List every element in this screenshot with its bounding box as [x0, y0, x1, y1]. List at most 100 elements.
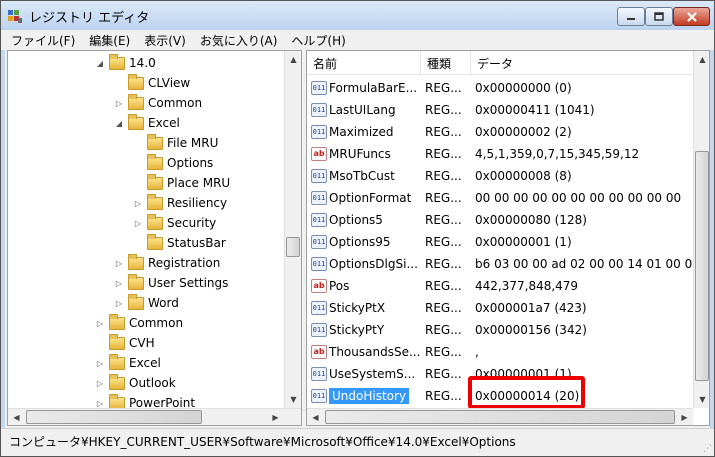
- tree-item[interactable]: ▷ Common: [114, 93, 202, 113]
- tree-item-label: 14.0: [129, 56, 156, 70]
- maximize-button[interactable]: [645, 7, 673, 26]
- tree-item[interactable]: ▷ PowerPoint: [95, 393, 195, 408]
- tree-horizontal-scrollbar[interactable]: ◀ ▶: [8, 408, 301, 425]
- scroll-down-arrow-icon[interactable]: ▼: [694, 391, 709, 408]
- binary-value-icon: 011: [311, 191, 327, 205]
- value-row[interactable]: 011 StickyPtY REG... 0x00000156 (342): [307, 319, 693, 341]
- tree-item-label: File MRU: [167, 136, 219, 150]
- scroll-up-arrow-icon[interactable]: ▲: [285, 51, 301, 68]
- menu-favorites[interactable]: お気に入り(A): [194, 32, 286, 49]
- folder-icon: [128, 73, 144, 90]
- value-row[interactable]: 011 OptionFormat REG... 00 00 00 00 00 00 0…: [307, 187, 693, 209]
- title-bar[interactable]: レジストリ エディタ: [1, 1, 714, 30]
- no-expander: [133, 178, 143, 188]
- column-header-name[interactable]: 名前: [307, 51, 421, 75]
- tree-item[interactable]: CVH: [95, 333, 155, 353]
- tree-hscroll-thumb[interactable]: [26, 410, 202, 424]
- key-tree-pane[interactable]: ◢ 14.0 CLView ▷ Common ◢ Excel File MRU Options P…: [7, 50, 302, 426]
- expand-arrow-icon[interactable]: ▷: [95, 398, 105, 408]
- tree-item[interactable]: ▷ Word: [114, 293, 179, 313]
- value-data: 0x00000008 (8): [475, 169, 572, 183]
- tree-item[interactable]: ▷ User Settings: [114, 273, 228, 293]
- tree-item[interactable]: File MRU: [133, 133, 218, 153]
- binary-value-icon: 011: [311, 125, 327, 139]
- folder-icon: [147, 193, 163, 210]
- expand-arrow-icon[interactable]: ▷: [114, 298, 124, 308]
- value-name: Options95: [329, 235, 391, 249]
- list-horizontal-scrollbar[interactable]: ◀ ▶: [307, 408, 693, 425]
- values-list-pane[interactable]: 名前 種類 データ 011 FormulaBarE... REG... 0x00000…: [306, 50, 710, 426]
- tree-item[interactable]: ▷ Outlook: [95, 373, 176, 393]
- value-name: ThousandsSe...: [329, 345, 421, 359]
- list-hscroll-thumb[interactable]: [325, 410, 675, 424]
- value-row[interactable]: 011 Maximized REG... 0x00000002 (2): [307, 121, 693, 143]
- tree-item[interactable]: ◢ 14.0: [95, 53, 156, 73]
- menu-help[interactable]: ヘルプ(H): [285, 32, 353, 49]
- tree-vertical-scrollbar[interactable]: ▲ ▼: [284, 51, 301, 408]
- binary-value-icon: 011: [311, 323, 327, 337]
- tree-item[interactable]: ▷ Registration: [114, 253, 220, 273]
- value-type: REG...: [425, 279, 462, 293]
- value-type: REG...: [425, 301, 462, 315]
- minimize-icon: [627, 17, 635, 20]
- value-row[interactable]: ab MRUFuncs REG... 4,5,1,359,0,7,15,345,59,…: [307, 143, 693, 165]
- menu-view[interactable]: 表示(V): [138, 32, 194, 49]
- menu-edit[interactable]: 編集(E): [83, 32, 138, 49]
- value-row[interactable]: ab Pos REG... 442,377,848,479: [307, 275, 693, 297]
- scroll-right-arrow-icon[interactable]: ▶: [676, 409, 693, 425]
- collapse-arrow-icon[interactable]: ◢: [95, 58, 105, 68]
- scroll-down-arrow-icon[interactable]: ▼: [285, 391, 301, 408]
- value-type: REG...: [425, 389, 462, 403]
- value-data: 0x00000156 (342): [475, 323, 587, 337]
- binary-value-icon: 011: [311, 81, 327, 95]
- expand-arrow-icon[interactable]: ▷: [114, 258, 124, 268]
- tree-item[interactable]: CLView: [114, 73, 190, 93]
- value-row[interactable]: 011 Options95 REG... 0x00000001 (1): [307, 231, 693, 253]
- tree-item[interactable]: ▷ Excel: [95, 353, 161, 373]
- value-row[interactable]: 011 OptionsDlgSi... REG... b6 03 00 00 ad 0…: [307, 253, 693, 275]
- value-row[interactable]: 011 LastUILang REG... 0x00000411 (1041): [307, 99, 693, 121]
- scroll-right-arrow-icon[interactable]: ▶: [267, 409, 284, 425]
- tree-item-label: CVH: [129, 336, 155, 350]
- list-scroll-thumb[interactable]: [695, 151, 709, 381]
- value-type: REG...: [425, 169, 462, 183]
- expand-arrow-icon[interactable]: ▷: [95, 358, 105, 368]
- column-header-data[interactable]: データ: [471, 51, 693, 75]
- scroll-left-arrow-icon[interactable]: ◀: [307, 409, 324, 425]
- value-row[interactable]: 011 Options5 REG... 0x00000080 (128): [307, 209, 693, 231]
- expand-arrow-icon[interactable]: ▷: [95, 318, 105, 328]
- tree-scroll-thumb[interactable]: [286, 237, 300, 257]
- binary-value-icon: 011: [311, 103, 327, 117]
- collapse-arrow-icon[interactable]: ◢: [114, 118, 124, 128]
- expand-arrow-icon[interactable]: ▷: [133, 218, 143, 228]
- value-row[interactable]: 011 MsoTbCust REG... 0x00000008 (8): [307, 165, 693, 187]
- expand-arrow-icon[interactable]: ▷: [114, 98, 124, 108]
- list-vertical-scrollbar[interactable]: ▲ ▼: [693, 51, 709, 408]
- menu-file[interactable]: ファイル(F): [5, 32, 83, 49]
- key-tree: ◢ 14.0 CLView ▷ Common ◢ Excel File MRU Options P…: [8, 51, 284, 408]
- expand-arrow-icon[interactable]: ▷: [133, 198, 143, 208]
- tree-item[interactable]: Place MRU: [133, 173, 230, 193]
- column-header-type[interactable]: 種類: [421, 51, 471, 75]
- expand-arrow-icon[interactable]: ▷: [114, 278, 124, 288]
- tree-item[interactable]: ▷ Common: [95, 313, 183, 333]
- scroll-up-arrow-icon[interactable]: ▲: [694, 51, 709, 68]
- value-row[interactable]: 011 FormulaBarE... REG... 0x00000000 (0): [307, 77, 693, 99]
- tree-item[interactable]: Options: [133, 153, 213, 173]
- value-name: UndoHistory: [329, 388, 410, 404]
- expand-arrow-icon[interactable]: ▷: [95, 378, 105, 388]
- value-row[interactable]: 011 StickyPtX REG... 0x000001a7 (423): [307, 297, 693, 319]
- resize-grip-icon[interactable]: ⋰: [703, 444, 712, 454]
- value-name-cell: 011 Options95: [311, 231, 421, 253]
- tree-item[interactable]: ▷ Resiliency: [133, 193, 227, 213]
- scroll-left-arrow-icon[interactable]: ◀: [8, 409, 25, 425]
- minimize-button[interactable]: [617, 7, 645, 26]
- tree-item[interactable]: ▷ Security: [133, 213, 216, 233]
- tree-item[interactable]: StatusBar: [133, 233, 226, 253]
- value-type: REG...: [425, 103, 462, 117]
- close-button[interactable]: [673, 7, 710, 26]
- value-type: REG...: [425, 367, 462, 381]
- value-name-cell: 011 FormulaBarE...: [311, 77, 421, 99]
- value-row[interactable]: ab ThousandsSe... REG...,: [307, 341, 693, 363]
- tree-item[interactable]: ◢ Excel: [114, 113, 180, 133]
